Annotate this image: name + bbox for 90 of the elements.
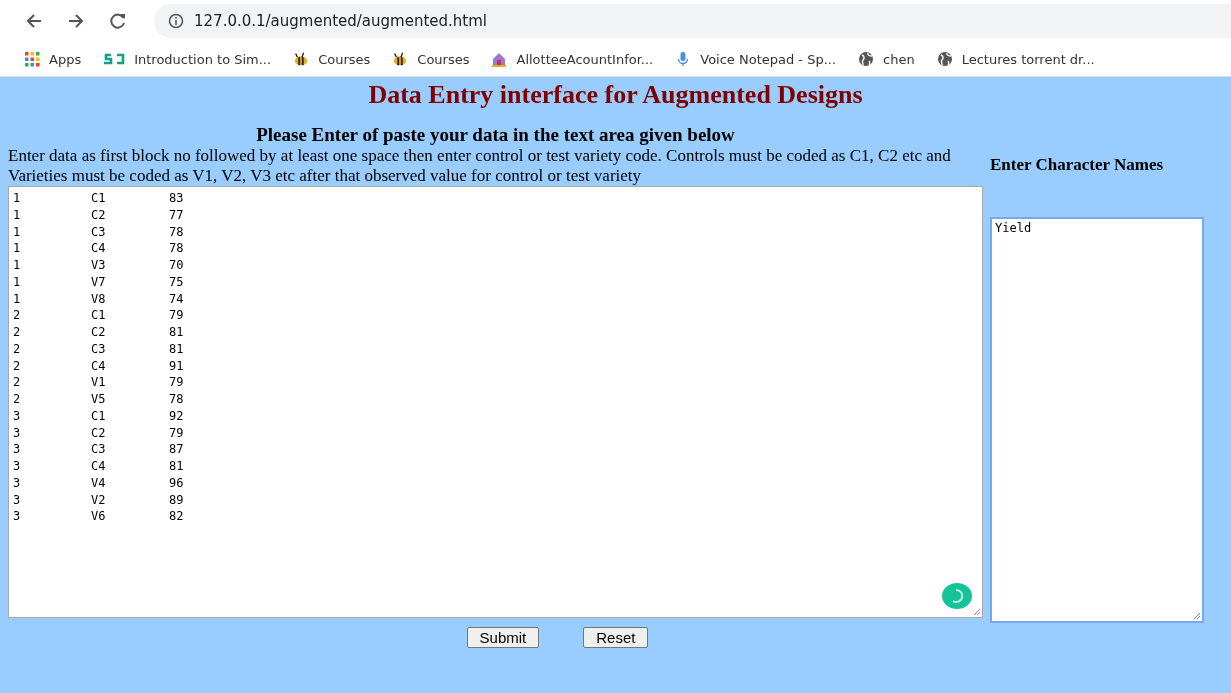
data-value: 70 [169,257,185,274]
data-value: 1 [13,223,22,241]
data-value: 78 [169,240,185,257]
data-value: C4 [91,240,107,257]
bee-icon [293,51,310,67]
data-value: 87 [169,441,185,458]
reset-button[interactable]: Reset [583,627,649,648]
info-icon [168,13,184,29]
character-names-field[interactable]: Yield [990,217,1204,623]
data-value: 3 [13,491,22,509]
data-value: 3 [13,508,22,525]
character-heading: Enter Character Names [990,155,1165,175]
data-value: 92 [169,407,185,425]
character-name: Yield [995,221,1033,235]
data-value: 1 [13,206,22,224]
data-value: C2 [91,424,107,442]
data-value: 3 [13,441,22,458]
address-bar[interactable]: 127.0.0.1/augmented/augmented.html [154,4,1231,38]
bookmark[interactable]: Lectures torrent dr... [936,51,1095,67]
data-value: 3 [13,474,22,492]
data-value: 1 [13,273,22,291]
data-value: 91 [169,357,185,375]
data-value: C3 [91,223,107,241]
data-value: V2 [91,491,107,509]
data-value: 3 [13,424,22,442]
data-value: 78 [169,223,185,241]
data-value: C2 [91,324,107,341]
data-value: C3 [91,340,107,358]
logo-icon [103,52,126,66]
data-value: 2 [13,307,22,324]
bookmark[interactable]: chen [858,51,915,67]
data-value: 1 [13,290,22,308]
data-value: 77 [169,206,185,224]
data-value: 81 [169,340,185,358]
data-value: C1 [91,407,107,425]
bookmark[interactable]: Apps [24,51,82,67]
data-value: V4 [91,474,107,492]
resize-handle-icon[interactable] [1191,610,1201,620]
globe-icon [858,51,875,67]
data-value: 78 [169,391,185,408]
data-value: 3 [13,407,22,425]
data-value: 2 [13,374,22,391]
data-value: 81 [169,458,185,475]
data-value: V1 [91,374,107,391]
instructions-text: Enter data as first block no followed by at least one space then enter control or test variety code. Controls must be coded as C1, C2 etc and Varieties must be coded as V1, V2, V3 etc after that observed value for control or test variety [8,146,952,186]
data-value: 89 [169,491,185,509]
globe-icon [936,51,953,67]
bookmark[interactable]: Introduction to Sim... [103,51,272,67]
submit-button[interactable]: Submit [466,627,540,648]
page-title: Data Entry interface for Augmented Designs [367,80,864,110]
data-value: V5 [91,391,107,408]
bookmark[interactable]: Courses [392,51,470,67]
data-value: 82 [169,508,185,525]
data-value: 74 [169,290,185,308]
data-value: V7 [91,273,107,291]
data-value: C1 [91,307,107,324]
data-value: 2 [13,357,22,375]
data-value: 2 [13,391,22,408]
data-value: 81 [169,324,185,341]
data-value: C4 [91,357,107,375]
data-value: V6 [91,508,107,525]
data-value: 79 [169,374,185,391]
house-icon [491,51,508,67]
data-value: 2 [13,324,22,341]
bookmark[interactable]: AllotteeAcountInfor... [491,51,654,67]
data-value: 96 [169,474,185,492]
data-value: V3 [91,257,107,274]
data-value: 1 [13,257,22,274]
data-value: 3 [13,458,22,475]
bookmark[interactable]: Voice Notepad - Sp... [675,51,837,67]
data-value: C3 [91,441,107,458]
data-value: C2 [91,206,107,224]
data-value: V8 [91,290,107,308]
bookmark[interactable]: Courses [293,51,371,67]
data-value: 79 [169,307,185,324]
reload-icon[interactable] [108,11,128,31]
data-value: 2 [13,340,22,358]
apps-grid-icon [24,51,40,67]
bee-icon [392,51,409,67]
data-value: 79 [169,424,185,442]
data-value: 83 [169,190,185,207]
resize-handle-icon[interactable] [971,606,981,616]
url-text: 127.0.0.1/augmented/augmented.html [194,12,487,30]
data-value: 1 [13,190,22,207]
data-value: C4 [91,458,107,475]
data-text-area[interactable]: 1 C1 83 1 C2 77 1 C3 78 1 C4 78 1 V3 70 1 V7 75 1 V8 74 2 C1 79 2 C2 81 2 C3 81 2 C4 91 2 V1 79 2 V5 78 3 C1 92 3 C2 79 3 C3 87 3 C4 81 3 V4 96 3 V2 89 3 V6 82 [8,186,983,618]
data-value: C1 [91,190,107,207]
data-value: 75 [169,273,185,291]
section-heading: Please Enter of paste your data in the text area given below [255,124,736,146]
data-value: 1 [13,240,22,257]
